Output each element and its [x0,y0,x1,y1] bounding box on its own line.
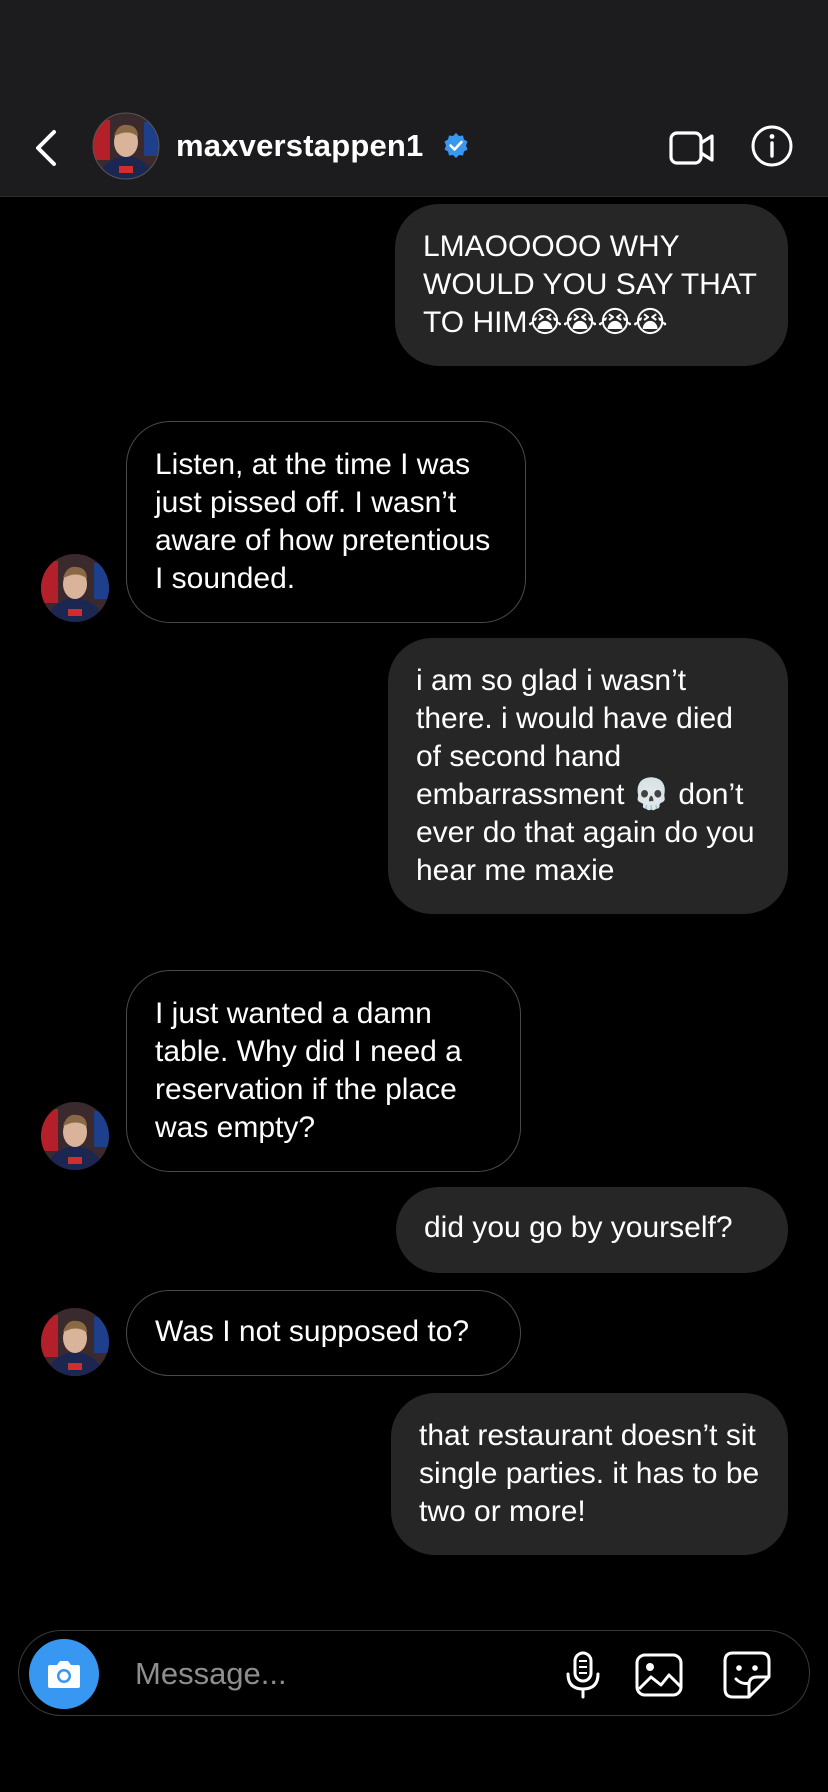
gallery-icon[interactable] [633,1649,685,1701]
chat-header: maxverstappen1 [0,100,828,197]
message-bubble[interactable]: did you go by yourself? [396,1187,788,1273]
message-text: i am so glad i wasn’t there. i would hav… [416,664,755,887]
avatar[interactable] [40,1101,110,1171]
microphone-icon[interactable] [557,1649,609,1701]
video-call-icon[interactable] [668,124,716,172]
message-text: did you go by yourself? [424,1211,733,1244]
camera-icon [48,1661,80,1688]
avatar[interactable] [40,1307,110,1377]
avatar[interactable] [92,112,160,180]
message-composer [18,1630,810,1716]
verified-badge-icon [444,133,468,158]
message-bubble[interactable]: that restaurant doesn’t sit single parti… [391,1393,788,1555]
username[interactable]: maxverstappen1 [176,128,424,164]
message-text: Was I not supposed to? [155,1315,470,1348]
message-bubble[interactable]: Was I not supposed to? [126,1290,521,1376]
message-text: LMAOOOOO WHY WOULD YOU SAY THAT TO HIM😭😭… [423,230,757,339]
sticker-icon[interactable] [721,1649,773,1701]
info-icon[interactable] [750,124,794,168]
message-bubble[interactable]: i am so glad i wasn’t there. i would hav… [388,638,788,914]
message-bubble[interactable]: LMAOOOOO WHY WOULD YOU SAY THAT TO HIM😭😭… [395,204,788,366]
camera-button[interactable] [29,1639,99,1709]
chevron-left-icon[interactable] [28,126,68,170]
message-text: I just wanted a damn table. Why did I ne… [155,997,462,1144]
status-bar [0,0,828,100]
avatar[interactable] [40,553,110,623]
message-text: Listen, at the time I was just pissed of… [155,448,491,595]
message-input[interactable] [133,1649,457,1699]
message-bubble[interactable]: I just wanted a damn table. Why did I ne… [126,970,521,1172]
message-bubble[interactable]: Listen, at the time I was just pissed of… [126,421,526,623]
home-indicator [275,1772,553,1782]
message-text: that restaurant doesn’t sit single parti… [419,1419,760,1528]
